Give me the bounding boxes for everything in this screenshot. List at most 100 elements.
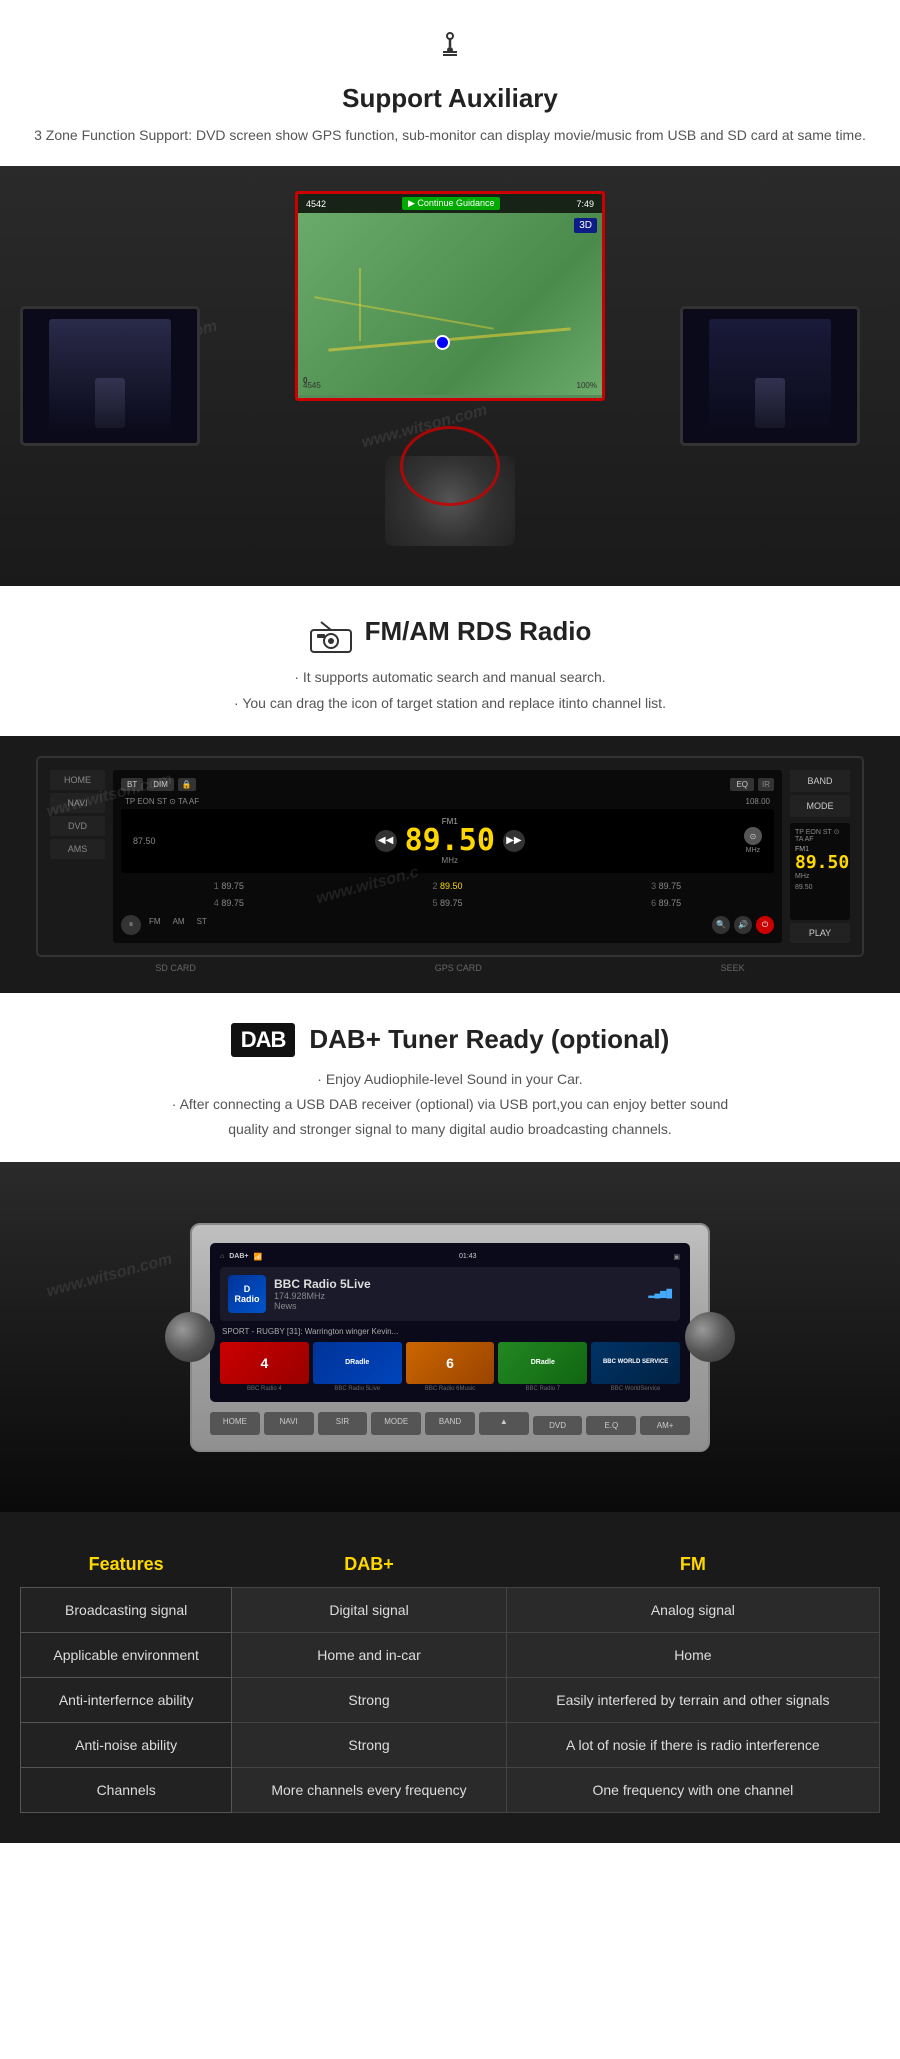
radio-right-indicator: ⊙ MHz (744, 827, 762, 854)
auxiliary-desc: 3 Zone Function Support: DVD screen show… (20, 124, 880, 146)
radio-freq-display: 87.50 ◀◀ FM1 89.50 MHz ▶▶ ⊙ MHz (121, 809, 774, 873)
ch-6-name: BBC Radio 6Music (406, 1386, 495, 1392)
radio-desc-1: · It supports automatic search and manua… (20, 665, 880, 690)
nav-navi[interactable]: NAVI (50, 793, 105, 813)
dab-channels: More channels every frequency (232, 1768, 506, 1813)
hw-btn-home[interactable]: HOME (210, 1412, 260, 1435)
hw-btn-up[interactable]: ▲ (479, 1412, 529, 1435)
btn-play[interactable]: PLAY (790, 923, 850, 943)
ch-4-number: 4 (261, 1355, 269, 1371)
dab-signal-icon: ▂▄▆█ (648, 1289, 672, 1298)
radio-bottom-right: 🔍 🔊 ⏻ (712, 916, 774, 934)
btn-eq[interactable]: EQ (730, 778, 754, 791)
gps-screen-container: 4542 ▶ Continue Guidance 7:49 3D 0 4545 … (295, 191, 605, 401)
dab-ch-4: 4 (220, 1342, 309, 1384)
gps-time: 7:49 (576, 199, 594, 209)
preset-2[interactable]: 2 89.50 (340, 879, 556, 893)
label-fm: FM (145, 915, 165, 935)
hw-btn-am[interactable]: AM+ (640, 1416, 690, 1435)
btn-band[interactable]: BAND (790, 770, 850, 792)
label-sd-card: SD CARD (155, 963, 196, 973)
gps-header: 4542 ▶ Continue Guidance 7:49 (298, 194, 602, 213)
dab-ch-7: DRadle (498, 1342, 587, 1384)
radio-2-unit: MHz (795, 873, 845, 880)
hw-btn-navi[interactable]: NAVI (264, 1412, 314, 1435)
dab-broadcasting: Digital signal (232, 1588, 506, 1633)
road-line-2 (314, 296, 494, 330)
preset-3[interactable]: 3 89.75 (558, 879, 774, 893)
feature-channels: Channels (21, 1768, 232, 1813)
preset-1[interactable]: 1 89.75 (121, 879, 337, 893)
label-st: ST (193, 915, 211, 935)
fm-interference: Easily interfered by terrain and other s… (506, 1678, 879, 1723)
icon-battery: ▣ (673, 1253, 680, 1261)
btn-bt[interactable]: BT (121, 778, 143, 791)
car-interior-image: www.witson.com www.witson.com 4542 ▶ Con… (0, 166, 900, 586)
comparison-table: Features DAB+ FM Broadcasting signal Dig… (20, 1542, 880, 1813)
preset-4[interactable]: 4 89.75 (121, 896, 337, 910)
btn-mode[interactable]: MODE (790, 795, 850, 817)
table-row: Broadcasting signal Digital signal Analo… (21, 1588, 880, 1633)
red-circle-indicator (400, 426, 500, 506)
btn-vol[interactable]: 🔊 (734, 916, 752, 934)
dab-environment: Home and in-car (232, 1633, 506, 1678)
btn-dim[interactable]: DIM (147, 778, 174, 791)
radio-icon (309, 620, 353, 654)
left-screen-content (49, 319, 171, 433)
right-screen-content (709, 319, 831, 433)
feature-interference: Anti-interfernce ability (21, 1678, 232, 1723)
dab-station-card: DRadio BBC Radio 5Live 174.928MHz News ▂… (220, 1267, 680, 1321)
ch-5live-name: BBC Radio 5Live (313, 1386, 402, 1392)
dab-ch-world: BBC WORLD SERVICE (591, 1342, 680, 1384)
label-seek: SEEK (721, 963, 745, 973)
knob-left (165, 1312, 215, 1362)
btn-power[interactable]: ⏻ (756, 916, 774, 934)
nav-ams[interactable]: AMS (50, 839, 105, 859)
table-row: Anti-noise ability Strong A lot of nosie… (21, 1723, 880, 1768)
dab-station-type: News (274, 1301, 371, 1311)
dab-screen-left-icons: ⌂ DAB+ 📶 (220, 1253, 262, 1261)
auxiliary-desc-text: 3 Zone Function Support: DVD screen show… (34, 127, 866, 143)
dab-station-details: BBC Radio 5Live 174.928MHz News (274, 1277, 371, 1311)
fm-noise: A lot of nosie if there is radio interfe… (506, 1723, 879, 1768)
dab-unit-section: www.witson.com www.witson.com ⌂ DAB+ 📶 0… (0, 1162, 900, 1512)
btn-lock[interactable]: 🔒 (178, 778, 196, 791)
btn-pause[interactable]: ⏸ (121, 915, 141, 935)
radio-desc-2: · You can drag the icon of target statio… (20, 691, 880, 716)
radio-freq-main-area: FM1 89.50 MHz (405, 817, 495, 865)
comparison-section: Features DAB+ FM Broadcasting signal Dig… (0, 1512, 900, 1843)
label-gps-card: GPS CARD (435, 963, 482, 973)
dab-station-freq: 174.928MHz (274, 1291, 371, 1301)
fm-channels: One frequency with one channel (506, 1768, 879, 1813)
btn-search[interactable]: 🔍 (712, 916, 730, 934)
feature-noise: Anti-noise ability (21, 1723, 232, 1768)
preset-6[interactable]: 6 89.75 (558, 896, 774, 910)
icon-dab-plus: DAB+ (229, 1253, 248, 1260)
radio-mhz-small: MHz (746, 847, 760, 854)
hw-btn-band[interactable]: BAND (425, 1412, 475, 1435)
dab-title: DAB+ Tuner Ready (optional) (309, 1024, 669, 1055)
dab-channel-names: BBC Radio 4 BBC Radio 5Live BBC Radio 6M… (220, 1386, 680, 1392)
gps-3d-label: 3D (574, 218, 597, 233)
hw-btn-eq[interactable]: E.Q (586, 1416, 636, 1435)
ch-6-number: 6 (446, 1355, 454, 1371)
radio-freq-right-small: 108.00 (746, 797, 770, 806)
btn-ir[interactable]: IR (758, 778, 774, 791)
preset-5[interactable]: 5 89.75 (340, 896, 556, 910)
hw-buttons-row: HOME NAVI SIR MODE BAND ▲ DVD E.Q AM+ (210, 1412, 690, 1435)
hw-btn-sir[interactable]: SIR (318, 1412, 368, 1435)
hw-btn-mode[interactable]: MODE (371, 1412, 421, 1435)
radio-info-bar: TP EON ST ⊙ TA AF 108.00 (121, 797, 774, 806)
radio-2-info: TP EON ST ⊙ TA AF (795, 828, 845, 843)
hw-btn-dvd[interactable]: DVD (533, 1416, 583, 1435)
dab-ch-5live: DRadle (313, 1342, 402, 1384)
ch-world-label: BBC WORLD SERVICE (601, 1357, 670, 1368)
btn-next[interactable]: ▶▶ (503, 830, 525, 852)
radio-top-right-btns: EQ IR (730, 778, 774, 791)
gps-number: 4542 (306, 199, 326, 209)
radio-freq-main: 89.50 (405, 826, 495, 856)
btn-prev[interactable]: ◀◀ (375, 830, 397, 852)
nav-home[interactable]: HOME (50, 770, 105, 790)
nav-dvd[interactable]: DVD (50, 816, 105, 836)
gps-num: 4545 (303, 381, 321, 390)
